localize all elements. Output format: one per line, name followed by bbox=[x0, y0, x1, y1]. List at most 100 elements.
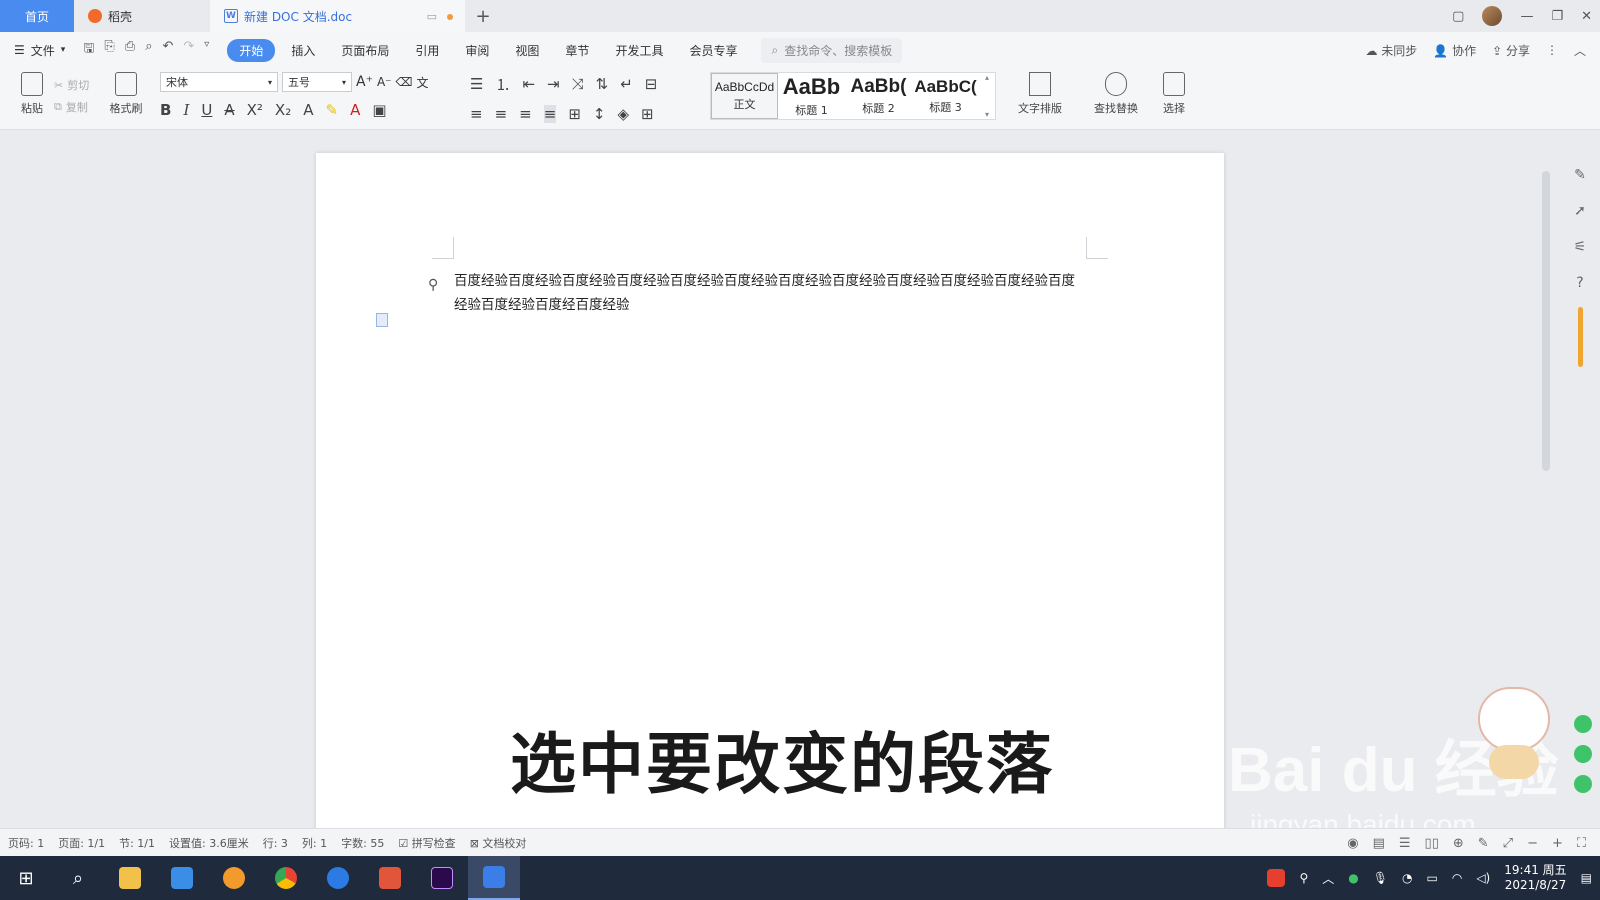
paste-options-icon[interactable] bbox=[376, 313, 388, 327]
page-view-icon[interactable]: ▤ bbox=[1373, 836, 1385, 851]
style-heading-1[interactable]: AaBb 标题 1 bbox=[778, 73, 845, 119]
person-icon[interactable]: ⚲ bbox=[1299, 871, 1308, 885]
style-normal[interactable]: AaBbCcDd 正文 bbox=[711, 73, 778, 119]
premiere-button[interactable] bbox=[416, 856, 468, 900]
pointer-icon[interactable]: ➚ bbox=[1574, 203, 1586, 219]
wps-writer-button[interactable] bbox=[468, 856, 520, 900]
microphone-icon[interactable]: 🎙 bbox=[1373, 871, 1388, 885]
decrease-indent-icon[interactable]: ⇤ bbox=[522, 75, 535, 93]
justify-icon[interactable]: ≡ bbox=[543, 105, 557, 123]
print-icon[interactable]: ⎙ bbox=[125, 39, 135, 61]
tab-view[interactable]: 视图 bbox=[505, 39, 549, 62]
body-paragraph[interactable]: 百度经验百度经验百度经验百度经验百度经验百度经验百度经验百度经验百度经验百度经验… bbox=[454, 269, 1084, 317]
tab-home-ribbon[interactable]: 开始 bbox=[227, 38, 276, 62]
restore-icon[interactable]: ❐ bbox=[1551, 9, 1563, 24]
doc-proof-button[interactable]: ⊠ 文档校对 bbox=[470, 835, 527, 851]
export-icon[interactable]: ⎘ bbox=[104, 39, 114, 61]
battery-icon[interactable]: ▭ bbox=[1427, 871, 1438, 885]
tab-chapter[interactable]: 章节 bbox=[555, 39, 599, 62]
clear-format-icon[interactable]: ⌫ bbox=[396, 75, 413, 89]
search-taskbar-button[interactable]: ⌕ bbox=[52, 856, 104, 900]
tray-expand-icon[interactable]: ︿ bbox=[1322, 870, 1334, 887]
paragraph-anchor-icon[interactable]: ⚲ bbox=[428, 277, 438, 293]
distribute-icon[interactable]: ⊞ bbox=[568, 105, 581, 123]
status-setting[interactable]: 设置值: 3.6厘米 bbox=[169, 835, 249, 851]
numbered-list-icon[interactable]: ⒈ bbox=[495, 74, 510, 95]
paste-button[interactable]: 粘贴 bbox=[10, 72, 54, 116]
monitor-icon[interactable]: ▭ bbox=[427, 10, 437, 23]
outline-view-icon[interactable]: ☰ bbox=[1399, 836, 1411, 851]
eye-protection-icon[interactable]: ◉ bbox=[1347, 836, 1358, 851]
tab-insert[interactable]: 插入 bbox=[281, 39, 325, 62]
tab-review[interactable]: 审阅 bbox=[455, 39, 499, 62]
chat-circle-icon[interactable] bbox=[1574, 745, 1592, 763]
show-marks-icon[interactable]: ↵ bbox=[620, 75, 633, 93]
subscript-icon[interactable]: X₂ bbox=[275, 101, 291, 119]
underline-icon[interactable]: U bbox=[201, 101, 212, 119]
tab-developer[interactable]: 开发工具 bbox=[605, 39, 673, 62]
status-section[interactable]: 节: 1/1 bbox=[119, 835, 155, 851]
style-heading-3[interactable]: AaBbC(标题 3 bbox=[912, 73, 979, 119]
pen-icon[interactable]: ✎ bbox=[1574, 167, 1586, 183]
heart-circle-icon[interactable] bbox=[1574, 775, 1592, 793]
help-icon[interactable]: ? bbox=[1576, 275, 1583, 291]
font-size-select[interactable]: 五号 ▾ bbox=[282, 72, 352, 92]
volume-icon[interactable]: ◁) bbox=[1476, 871, 1490, 885]
notification-icon[interactable]: ▤ bbox=[1581, 871, 1592, 885]
superscript-icon[interactable]: X² bbox=[247, 101, 263, 119]
web-view-icon[interactable]: ⊕ bbox=[1453, 836, 1464, 851]
mail-button[interactable] bbox=[156, 856, 208, 900]
tab-member[interactable]: 会员专享 bbox=[679, 39, 747, 62]
status-pages[interactable]: 页面: 1/1 bbox=[58, 835, 105, 851]
sort-icon[interactable]: ⇅ bbox=[596, 75, 609, 93]
font-family-select[interactable]: 宋体 ▾ bbox=[160, 72, 278, 92]
font-color-icon[interactable]: A bbox=[350, 101, 360, 119]
reading-view-icon[interactable]: ▯▯ bbox=[1425, 836, 1439, 851]
tab-references[interactable]: 引用 bbox=[405, 39, 449, 62]
chinese-layout-icon[interactable]: ⤨ bbox=[572, 75, 584, 93]
shading-icon[interactable]: ◈ bbox=[617, 105, 629, 123]
scrollbar-thumb[interactable] bbox=[1542, 171, 1550, 471]
tab-daoke[interactable]: 稻壳 bbox=[74, 0, 210, 32]
line-spacing-icon[interactable]: ↕ bbox=[593, 105, 606, 123]
layout-icon[interactable]: ▢ bbox=[1452, 9, 1464, 24]
wifi-icon[interactable]: ◠ bbox=[1452, 871, 1462, 885]
more-icon[interactable]: ⋮ bbox=[1546, 43, 1558, 57]
undo-icon[interactable]: ↶ bbox=[162, 39, 173, 61]
borders-icon[interactable]: ⊞ bbox=[641, 105, 654, 123]
highlight-icon[interactable]: ✎ bbox=[325, 101, 338, 119]
find-replace-button[interactable]: 查找替换 bbox=[1086, 72, 1146, 116]
network-icon[interactable]: ◔ bbox=[1402, 871, 1412, 885]
style-heading-2[interactable]: AaBb(标题 2 bbox=[845, 73, 912, 119]
char-border-icon[interactable]: ▣ bbox=[372, 101, 386, 119]
text-effect-icon[interactable]: A bbox=[303, 101, 313, 119]
format-painter-button[interactable]: 格式刷 bbox=[104, 72, 148, 116]
sogou-button[interactable] bbox=[312, 856, 364, 900]
shrink-font-icon[interactable]: A⁻ bbox=[377, 75, 392, 89]
align-center-icon[interactable]: ≡ bbox=[495, 105, 508, 123]
collab-button[interactable]: 👤 协作 bbox=[1433, 42, 1476, 59]
align-right-icon[interactable]: ≡ bbox=[519, 105, 532, 123]
style-gallery-scroll[interactable]: ▴ ▾ bbox=[979, 73, 995, 119]
ppt-button[interactable] bbox=[364, 856, 416, 900]
command-search[interactable]: ⌕ 查找命令、搜索模板 bbox=[761, 37, 903, 63]
strikethrough-icon[interactable]: A bbox=[224, 101, 234, 119]
tab-home[interactable]: 首页 bbox=[0, 0, 74, 32]
pen-mode-icon[interactable]: ✎ bbox=[1478, 836, 1489, 851]
save-icon[interactable]: 🖫 bbox=[83, 39, 94, 61]
collapse-ribbon-icon[interactable]: ︿ bbox=[1574, 42, 1586, 59]
bullet-list-icon[interactable]: ☰ bbox=[470, 75, 483, 93]
zoom-fit-icon[interactable]: ⤢ bbox=[1503, 836, 1513, 851]
zoom-out-icon[interactable]: − bbox=[1527, 836, 1538, 851]
zoom-in-icon[interactable]: + bbox=[1552, 836, 1563, 851]
increase-indent-icon[interactable]: ⇥ bbox=[547, 75, 560, 93]
customize-icon[interactable]: ▿ bbox=[204, 39, 209, 61]
align-left-icon[interactable]: ≡ bbox=[470, 105, 483, 123]
italic-icon[interactable]: I bbox=[183, 101, 189, 119]
wechat-icon[interactable]: ● bbox=[1348, 871, 1358, 885]
status-page-code[interactable]: 页码: 1 bbox=[8, 835, 44, 851]
spell-check-button[interactable]: ☑ 拼写检查 bbox=[398, 835, 455, 851]
grow-font-icon[interactable]: A⁺ bbox=[356, 74, 373, 90]
select-button[interactable]: 选择 bbox=[1152, 72, 1196, 116]
cut-button[interactable]: ✂ 剪切 bbox=[54, 74, 89, 96]
